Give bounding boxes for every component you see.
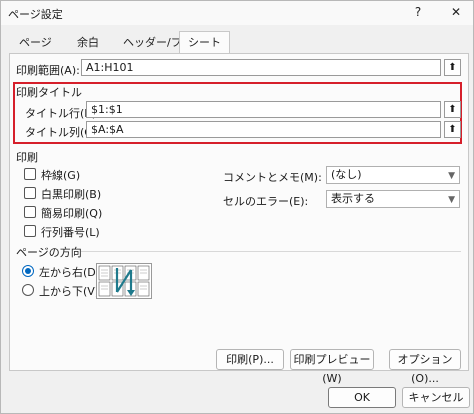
- page-order-heading: ページの方向: [16, 246, 82, 259]
- over-then-down-radio[interactable]: [22, 284, 34, 296]
- chevron-down-icon: ▼: [448, 195, 455, 205]
- cell-errors-label: セルのエラー(E):: [223, 195, 309, 208]
- down-then-over-radio[interactable]: [22, 265, 34, 277]
- comments-label: コメントとメモ(M):: [223, 171, 322, 184]
- title-columns-input[interactable]: $A:$A: [86, 121, 441, 138]
- row-column-headings-label[interactable]: 行列番号(L): [41, 224, 100, 240]
- comments-select[interactable]: (なし) ▼: [326, 166, 460, 184]
- tab-strip: ページ 余白 ヘッダー/フッター シート: [9, 31, 469, 54]
- over-then-down-label[interactable]: 上から下(V): [39, 283, 99, 299]
- tab-page[interactable]: ページ: [11, 33, 60, 53]
- collapse-dialog-icon[interactable]: ⬆: [444, 101, 461, 118]
- print-section-heading: 印刷: [16, 151, 38, 164]
- page-order-diagram: [96, 263, 152, 299]
- close-button[interactable]: ✕: [447, 4, 465, 21]
- print-titles-heading: 印刷タイトル: [16, 86, 82, 99]
- page-order-divider: [81, 251, 461, 252]
- cancel-button[interactable]: キャンセル: [402, 387, 470, 408]
- print-area-input[interactable]: A1:H101: [81, 59, 441, 76]
- draft-quality-label[interactable]: 簡易印刷(Q): [41, 205, 102, 221]
- page-order-diagram-icon: [98, 265, 150, 297]
- tab-sheet[interactable]: シート: [179, 31, 230, 54]
- title-bar: ページ設定 ? ✕: [1, 1, 473, 25]
- comments-select-value: (なし): [331, 168, 362, 181]
- draft-quality-checkbox[interactable]: [24, 206, 36, 218]
- chevron-down-icon: ▼: [448, 171, 455, 181]
- down-then-over-label[interactable]: 左から右(D): [39, 264, 100, 280]
- ok-button[interactable]: OK: [328, 387, 396, 408]
- cell-errors-select[interactable]: 表示する ▼: [326, 190, 460, 208]
- black-white-label[interactable]: 白黒印刷(B): [41, 186, 101, 202]
- help-button[interactable]: ?: [409, 4, 427, 21]
- gridlines-label[interactable]: 枠線(G): [41, 167, 80, 183]
- collapse-dialog-icon[interactable]: ⬆: [444, 59, 461, 76]
- collapse-dialog-icon[interactable]: ⬆: [444, 121, 461, 138]
- print-preview-button[interactable]: 印刷プレビュー(W): [290, 349, 374, 385]
- options-button[interactable]: オプション(O)...: [389, 349, 461, 385]
- tab-margins[interactable]: 余白: [69, 33, 107, 53]
- gridlines-checkbox[interactable]: [24, 168, 36, 180]
- title-rows-input[interactable]: $1:$1: [86, 101, 441, 118]
- print-area-label: 印刷範囲(A):: [16, 64, 80, 77]
- cell-errors-select-value: 表示する: [331, 192, 375, 205]
- black-white-checkbox[interactable]: [24, 187, 36, 199]
- dialog-title: ページ設定: [8, 8, 63, 21]
- row-column-headings-checkbox[interactable]: [24, 225, 36, 237]
- print-button[interactable]: 印刷(P)...: [216, 349, 284, 370]
- page-setup-dialog: ページ設定 ? ✕ ページ 余白 ヘッダー/フッター シート 印刷範囲(A): …: [0, 0, 474, 414]
